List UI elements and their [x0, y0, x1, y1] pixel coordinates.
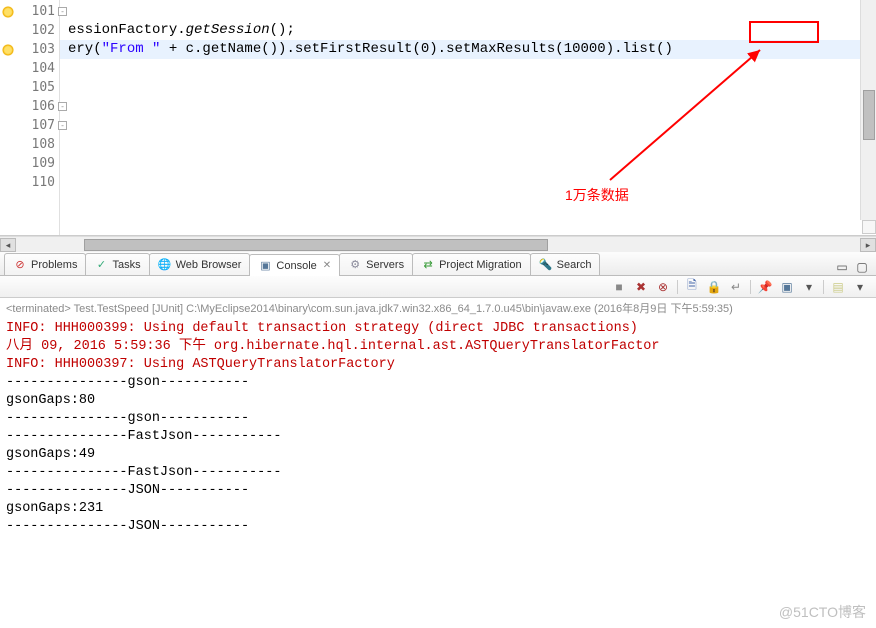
editor-vertical-scrollbar[interactable]: [860, 0, 876, 220]
watermark: @51CTO博客: [779, 602, 866, 622]
console-line: ---------------FastJson-----------: [6, 428, 870, 446]
hscroll-left-button[interactable]: ◂: [0, 238, 16, 252]
tab-web-browser[interactable]: 🌐 Web Browser: [149, 253, 251, 275]
toolbar-separator: [823, 280, 824, 294]
console-terminated-line: <terminated> Test.TestSpeed [JUnit] C:\M…: [6, 300, 870, 320]
clear-console-icon[interactable]: 🗎: [684, 279, 700, 295]
remove-all-icon[interactable]: ⊗: [655, 279, 671, 295]
tab-label: Console: [276, 260, 316, 272]
editor-pane: 101-102103104105106-107-108109110 1万条数据 …: [0, 0, 876, 236]
hscroll-right-button[interactable]: ▸: [860, 238, 876, 252]
tab-console[interactable]: ▣ Console ✕: [249, 254, 340, 276]
console-line: INFO: HHH000399: Using default transacti…: [6, 320, 870, 338]
search-icon: 🔦: [539, 258, 553, 272]
code-line[interactable]: [60, 135, 876, 154]
display-console-icon[interactable]: ▣: [779, 279, 795, 295]
project-migration-icon: ⇄: [421, 258, 435, 272]
console-line: ---------------JSON-----------: [6, 518, 870, 536]
console-dropdown-icon[interactable]: ▾: [801, 279, 817, 295]
scroll-lock-icon[interactable]: 🔒: [706, 279, 722, 295]
editor-horizontal-scrollbar[interactable]: ◂ ▸: [0, 236, 876, 252]
tab-search[interactable]: 🔦 Search: [530, 253, 601, 275]
editor-vscroll-thumb[interactable]: [863, 90, 875, 140]
tabs-right-controls: ▭ ▢: [834, 259, 876, 275]
console-toolbar: ■ ✖ ⊗ 🗎 🔒 ↵ 📌 ▣ ▾ ▤ ▾: [0, 276, 876, 298]
new-console-dropdown-icon[interactable]: ▾: [852, 279, 868, 295]
console-line: ---------------gson-----------: [6, 374, 870, 392]
tab-label: Web Browser: [176, 259, 242, 271]
gutter-line: 105: [0, 78, 59, 97]
gutter-line: 108: [0, 135, 59, 154]
console-line: gsonGaps:49: [6, 446, 870, 464]
code-line[interactable]: [60, 97, 876, 116]
code-line[interactable]: [60, 173, 876, 192]
toolbar-separator: [677, 280, 678, 294]
hscroll-thumb[interactable]: [84, 239, 548, 251]
annotation-text: 1万条数据: [565, 185, 629, 205]
remove-launch-icon[interactable]: ✖: [633, 279, 649, 295]
problems-icon: ⊘: [13, 258, 27, 272]
code-area[interactable]: 1万条数据 essionFactory.getSession();ery("Fr…: [60, 0, 876, 235]
toolbar-separator: [750, 280, 751, 294]
hscroll-track[interactable]: [16, 238, 860, 252]
console-line: gsonGaps:80: [6, 392, 870, 410]
tab-problems[interactable]: ⊘ Problems: [4, 253, 86, 275]
tab-label: Tasks: [112, 259, 140, 271]
minimize-view-icon[interactable]: ▭: [834, 259, 850, 275]
console-icon: ▣: [258, 259, 272, 273]
gutter-line: 104: [0, 59, 59, 78]
code-line[interactable]: [60, 78, 876, 97]
pin-console-icon[interactable]: 📌: [757, 279, 773, 295]
tab-label: Search: [557, 259, 592, 271]
editor-gutter: 101-102103104105106-107-108109110: [0, 0, 60, 235]
code-line[interactable]: [60, 154, 876, 173]
gutter-line: 101-: [0, 2, 59, 21]
console-line: ---------------JSON-----------: [6, 482, 870, 500]
tab-label: Problems: [31, 259, 77, 271]
views-tab-bar: ⊘ Problems ✓ Tasks 🌐 Web Browser ▣ Console ✕ ⚙ Ser…: [0, 252, 876, 276]
tab-label: Project Migration: [439, 259, 522, 271]
console-line: INFO: HHH000397: Using ASTQueryTranslato…: [6, 356, 870, 374]
console-line: ---------------gson-----------: [6, 410, 870, 428]
gutter-line: 106-: [0, 97, 59, 116]
code-line[interactable]: [60, 59, 876, 78]
console-line: ---------------FastJson-----------: [6, 464, 870, 482]
gutter-line: 109: [0, 154, 59, 173]
tab-label: Servers: [366, 259, 404, 271]
tasks-icon: ✓: [94, 258, 108, 272]
gutter-line: 107-: [0, 116, 59, 135]
console-line: gsonGaps:231: [6, 500, 870, 518]
terminate-icon[interactable]: ■: [611, 279, 627, 295]
tab-close-icon[interactable]: ✕: [323, 260, 331, 271]
tab-project-migration[interactable]: ⇄ Project Migration: [412, 253, 531, 275]
gutter-line: 102: [0, 21, 59, 40]
tab-tasks[interactable]: ✓ Tasks: [85, 253, 149, 275]
annotation-highlight-box: [749, 21, 819, 43]
gutter-line: 110: [0, 173, 59, 192]
scroll-corner: [862, 220, 876, 234]
console-line: 八月 09, 2016 5:59:36 下午 org.hibernate.hql…: [6, 338, 870, 356]
web-browser-icon: 🌐: [158, 258, 172, 272]
servers-icon: ⚙: [348, 258, 362, 272]
console-output[interactable]: <terminated> Test.TestSpeed [JUnit] C:\M…: [0, 298, 876, 618]
word-wrap-icon[interactable]: ↵: [728, 279, 744, 295]
code-line[interactable]: [60, 2, 876, 21]
code-line[interactable]: [60, 116, 876, 135]
gutter-line: 103: [0, 40, 59, 59]
open-console-icon[interactable]: ▤: [830, 279, 846, 295]
tab-servers[interactable]: ⚙ Servers: [339, 253, 413, 275]
lightbulb-icon[interactable]: [2, 6, 14, 18]
maximize-view-icon[interactable]: ▢: [854, 259, 870, 275]
lightbulb-icon[interactable]: [2, 44, 14, 56]
